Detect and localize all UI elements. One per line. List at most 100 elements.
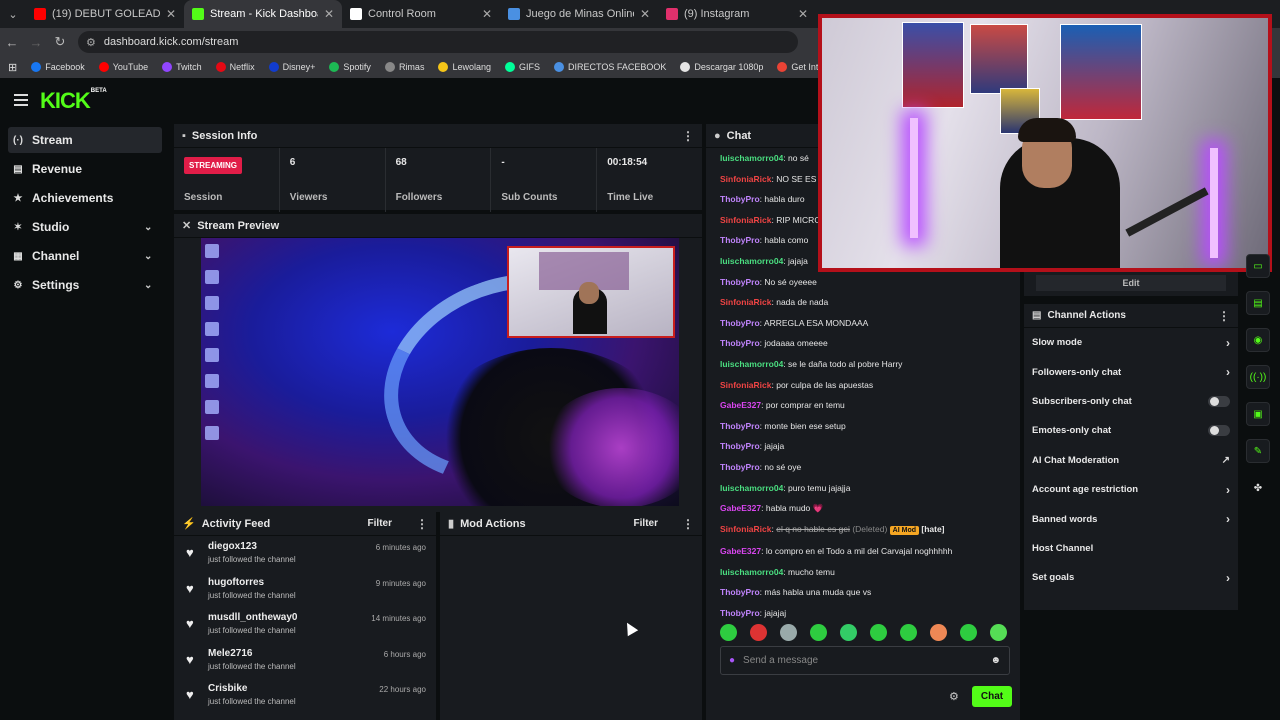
more-options-icon[interactable]: ⋮ [682,129,694,143]
emote-icon[interactable] [750,624,767,641]
bookmark-item[interactable]: Netflix [215,62,255,72]
chat-username[interactable]: ThobyPro [720,441,760,451]
chat-username[interactable]: ThobyPro [720,338,760,348]
chat-username[interactable]: ThobyPro [720,194,760,204]
chevron-down-icon[interactable]: ⌄ [144,280,158,291]
rail-panel-icon[interactable]: ▭ [1246,254,1270,278]
chat-username[interactable]: ThobyPro [720,608,760,618]
chat-settings-icon[interactable]: ⚙ [949,690,959,703]
sidebar-item-revenue[interactable]: ▤ Revenue [8,156,162,182]
rail-cast-icon[interactable]: ▣ [1246,402,1270,426]
emoji-icon[interactable]: ☻ [990,655,1001,666]
chat-username[interactable]: GabeE327 [720,546,761,556]
chat-username[interactable]: luischamorro04 [720,153,783,163]
browser-tab[interactable]: (9) Instagram ✕ [658,0,816,28]
kick-logo[interactable]: KICKBETA [40,88,107,114]
emote-icon[interactable] [720,624,737,641]
activity-filter-button[interactable]: Filter [368,518,392,529]
chevron-right-icon[interactable]: › [1226,571,1230,585]
chevron-right-icon[interactable]: › [1226,365,1230,379]
chat-username[interactable]: luischamorro04 [720,567,783,577]
channel-action-banned-words[interactable]: Banned words › [1024,504,1238,533]
follower-name[interactable]: hugoftorres [208,577,296,588]
emote-icon[interactable] [900,624,917,641]
apps-icon[interactable]: ⊞ [8,61,17,74]
bookmark-item[interactable]: Twitch [162,62,202,72]
channel-action-ai-chat-moderation[interactable]: AI Chat Moderation ↗ [1024,446,1238,475]
chat-input[interactable]: ● Send a message ☻ [720,646,1010,675]
sidebar-item-achievements[interactable]: ★ Achievements [8,185,162,211]
browser-tab[interactable]: Stream - Kick Dashboard ✕ [184,0,342,28]
toggle-switch[interactable] [1208,395,1230,407]
follower-name[interactable]: musdll_ontheway0 [208,612,297,623]
close-tab-icon[interactable]: ✕ [798,7,808,21]
chat-username[interactable]: GabeE327 [720,503,761,513]
chat-username[interactable]: SinfoniaRick [720,380,771,390]
chat-username[interactable]: ThobyPro [720,421,760,431]
follower-name[interactable]: diegox123 [208,541,296,552]
toggle-switch[interactable] [1208,425,1230,437]
external-link-icon[interactable]: ↗ [1222,455,1230,466]
chat-username[interactable]: ThobyPro [720,318,760,328]
rail-wrench-icon[interactable]: ✎ [1246,439,1270,463]
chat-username[interactable]: luischamorro04 [720,483,783,493]
chat-username[interactable]: ThobyPro [720,587,760,597]
bookmark-item[interactable]: Spotify [329,62,371,72]
browser-tab[interactable]: (19) DEBUT GOLEADOR DE MA ✕ [26,0,184,28]
chat-username[interactable]: SinfoniaRick [720,297,771,307]
sidebar-item-studio[interactable]: ✶ Studio ⌄ [8,214,162,240]
close-tab-icon[interactable]: ✕ [166,7,176,21]
chat-username[interactable]: SinfoniaRick [720,174,771,184]
chat-username[interactable]: SinfoniaRick [720,215,771,225]
emote-icon[interactable] [990,624,1007,641]
activity-more-icon[interactable]: ⋮ [416,517,428,531]
site-info-icon[interactable]: ⚙ [86,36,96,49]
bookmark-item[interactable]: Facebook [31,62,85,72]
emote-icon[interactable] [810,624,827,641]
channel-action-slow-mode[interactable]: Slow mode › [1024,328,1238,357]
mod-more-icon[interactable]: ⋮ [682,517,694,531]
rail-puzzle-icon[interactable]: ✤ [1246,476,1270,500]
bookmark-item[interactable]: Disney+ [268,62,315,72]
emote-icon[interactable] [960,624,977,641]
reload-icon[interactable]: ↻ [48,34,72,50]
channel-actions-more-icon[interactable]: ⋮ [1218,309,1230,323]
close-tab-icon[interactable]: ✕ [482,7,492,21]
channel-action-account-age-restriction[interactable]: Account age restriction › [1024,475,1238,504]
back-icon[interactable]: ← [0,35,24,50]
edit-button[interactable]: Edit [1036,275,1226,291]
bookmark-item[interactable]: DIRECTOS FACEBOOK [554,62,666,72]
rail-broadcast-icon[interactable]: ((·)) [1246,365,1270,389]
chevron-down-icon[interactable]: ⌄ [144,222,158,233]
chevron-right-icon[interactable]: › [1226,336,1230,350]
chevron-down-icon[interactable]: ⌄ [144,251,158,262]
chevron-right-icon[interactable]: › [1226,512,1230,526]
rail-document-icon[interactable]: ▤ [1246,291,1270,315]
browser-tab[interactable]: Control Room ✕ [342,0,500,28]
channel-action-followers-only-chat[interactable]: Followers-only chat › [1024,357,1238,386]
emote-icon[interactable] [870,624,887,641]
emote-icon[interactable] [930,624,947,641]
bookmark-item[interactable]: GIFS [504,62,540,72]
close-tab-icon[interactable]: ✕ [324,7,334,21]
chat-username[interactable]: luischamorro04 [720,256,783,266]
mod-filter-button[interactable]: Filter [634,518,658,529]
sidebar-item-channel[interactable]: ▦ Channel ⌄ [8,243,162,269]
browser-tab[interactable]: Juego de Minas Online - Disfru ✕ [500,0,658,28]
follower-name[interactable]: Mele2716 [208,648,296,659]
chat-username[interactable]: ThobyPro [720,462,760,472]
close-tab-icon[interactable]: ✕ [640,7,650,21]
sidebar-item-stream[interactable]: (·) Stream [8,127,162,153]
emote-icon[interactable] [780,624,797,641]
stream-preview-video[interactable] [201,238,679,506]
bookmark-item[interactable]: Lewolang [438,62,491,72]
channel-action-host-channel[interactable]: Host Channel [1024,534,1238,563]
sidebar-item-settings[interactable]: ⚙ Settings ⌄ [8,272,162,298]
chat-username[interactable]: SinfoniaRick [720,524,771,534]
follower-name[interactable]: Crisbike [208,683,296,694]
forward-icon[interactable]: → [24,35,48,50]
bookmark-item[interactable]: Descargar 1080p [680,62,763,72]
microphone-icon[interactable]: ● [729,655,735,666]
chevron-right-icon[interactable]: › [1226,483,1230,497]
send-chat-button[interactable]: Chat [972,686,1012,707]
